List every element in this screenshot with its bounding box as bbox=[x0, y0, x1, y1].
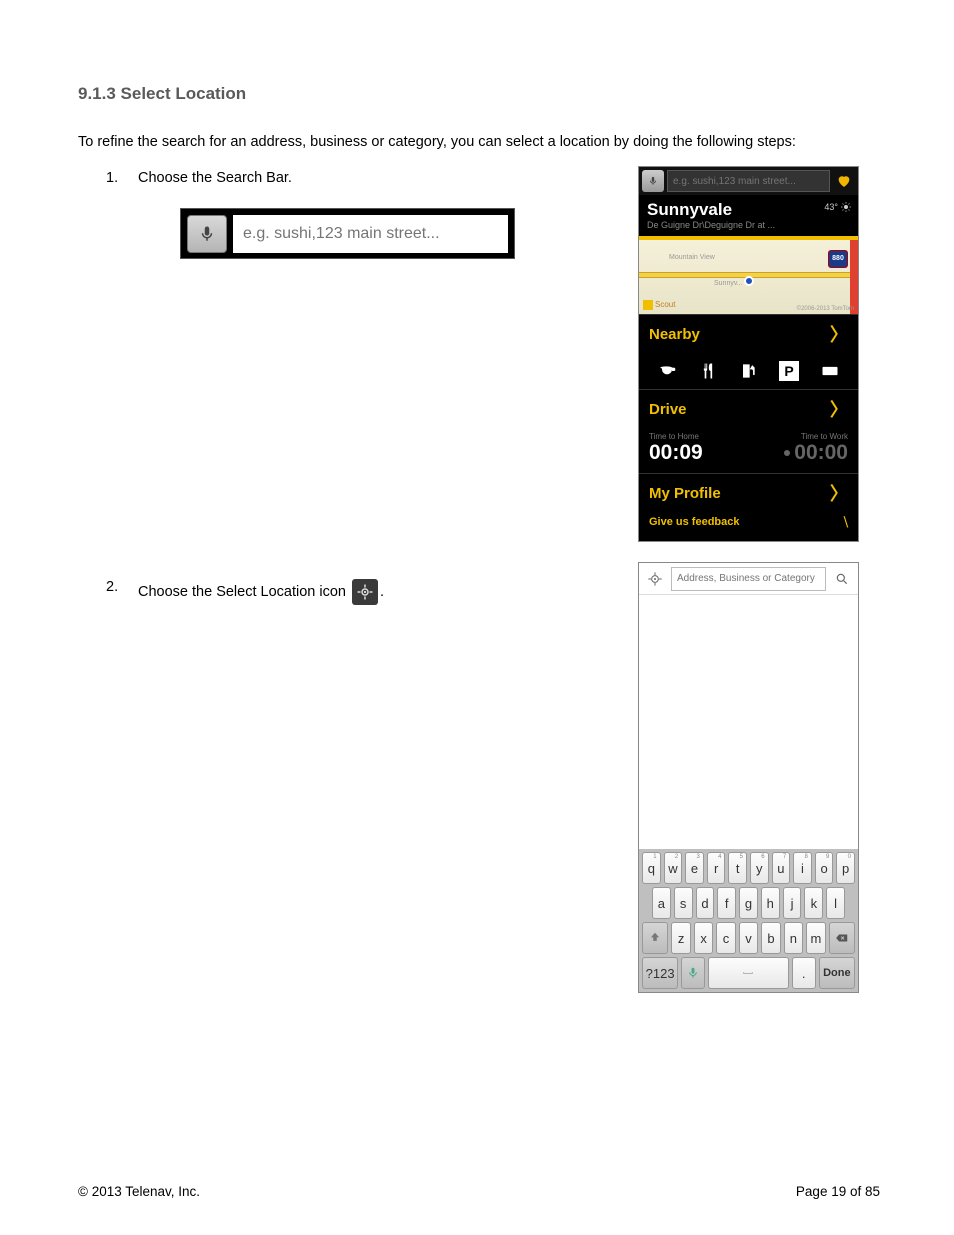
parking-icon[interactable]: P bbox=[777, 359, 801, 383]
route-shield: 880 bbox=[828, 250, 848, 268]
map-preview[interactable]: 880 Mountain View Sunnyv... Scout ©2006-… bbox=[639, 240, 858, 314]
keyboard: q1w2e3r4t5y6u7i8o9p0 asdfghjkl zxcvbnm ?… bbox=[639, 849, 858, 992]
phone-screenshot-home: Sunnyvale De Guigne Dr\Deguigne Dr at ..… bbox=[638, 166, 859, 542]
section-heading: 9.1.3 Select Location bbox=[78, 84, 880, 104]
step-text: Choose the Select Location icon . bbox=[138, 579, 384, 605]
searchbar-figure bbox=[180, 208, 515, 259]
city-name: Sunnyvale bbox=[647, 200, 850, 220]
page-number: Page 19 of 85 bbox=[796, 1184, 880, 1199]
space-key[interactable] bbox=[708, 957, 788, 989]
select-location-icon bbox=[352, 579, 378, 605]
profile-label: My Profile bbox=[649, 485, 721, 502]
drive-times: Time to Home 00:09 Time to Work 00:00 bbox=[639, 428, 858, 473]
feedback-label: Give us feedback bbox=[649, 516, 740, 528]
phone-screenshot-search: q1w2e3r4t5y6u7i8o9p0 asdfghjkl zxcvbnm ?… bbox=[638, 562, 859, 993]
step2-after: . bbox=[380, 584, 384, 600]
map-attribution: ©2006-2013 TomTom bbox=[797, 306, 854, 312]
chevron-icon: ⧹ bbox=[844, 515, 848, 530]
search-input[interactable] bbox=[233, 215, 508, 253]
key-w[interactable]: w2 bbox=[664, 852, 683, 884]
key-v[interactable]: v bbox=[739, 922, 758, 954]
symbols-key[interactable]: ?123 bbox=[642, 957, 678, 989]
map-label: Mountain View bbox=[669, 254, 715, 261]
category-icons: P bbox=[639, 353, 858, 389]
location-dot bbox=[744, 276, 754, 286]
key-y[interactable]: y6 bbox=[750, 852, 769, 884]
step-text: Choose the Search Bar. bbox=[138, 170, 292, 186]
scout-logo: Scout bbox=[643, 300, 675, 310]
page-footer: © 2013 Telenav, Inc. Page 19 of 85 bbox=[78, 1184, 880, 1199]
key-j[interactable]: j bbox=[783, 887, 802, 919]
step-number: 2. bbox=[106, 579, 118, 595]
key-b[interactable]: b bbox=[761, 922, 780, 954]
sun-icon bbox=[840, 201, 852, 213]
chevron-right-icon: 〉 bbox=[830, 321, 848, 347]
key-o[interactable]: o9 bbox=[815, 852, 834, 884]
nearby-label: Nearby bbox=[649, 326, 700, 343]
time-work-label: Time to Work bbox=[749, 432, 849, 441]
key-h[interactable]: h bbox=[761, 887, 780, 919]
gas-icon[interactable] bbox=[736, 359, 760, 383]
topbar bbox=[639, 167, 858, 195]
time-home-value: 00:09 bbox=[649, 441, 749, 465]
search-input[interactable] bbox=[667, 170, 830, 192]
time-work[interactable]: Time to Work 00:00 bbox=[749, 432, 849, 465]
copyright: © 2013 Telenav, Inc. bbox=[78, 1184, 200, 1199]
key-f[interactable]: f bbox=[717, 887, 736, 919]
key-u[interactable]: u7 bbox=[772, 852, 791, 884]
feedback-row[interactable]: Give us feedback ⧹ bbox=[639, 512, 858, 530]
favorites-icon[interactable] bbox=[833, 170, 855, 192]
key-q[interactable]: q1 bbox=[642, 852, 661, 884]
key-l[interactable]: l bbox=[826, 887, 845, 919]
key-c[interactable]: c bbox=[716, 922, 735, 954]
search-icon[interactable] bbox=[830, 567, 854, 591]
step2-before: Choose the Select Location icon bbox=[138, 584, 350, 600]
address-input[interactable] bbox=[671, 567, 826, 591]
key-r[interactable]: r4 bbox=[707, 852, 726, 884]
chevron-right-icon: 〉 bbox=[830, 396, 848, 422]
chevron-right-icon: 〉 bbox=[830, 480, 848, 506]
mic-key[interactable] bbox=[681, 957, 705, 989]
nearby-row[interactable]: Nearby 〉 bbox=[639, 314, 858, 353]
step-number: 1. bbox=[106, 170, 118, 186]
key-a[interactable]: a bbox=[652, 887, 671, 919]
drive-label: Drive bbox=[649, 401, 687, 418]
key-d[interactable]: d bbox=[696, 887, 715, 919]
city-subtitle: De Guigne Dr\Deguigne Dr at ... bbox=[647, 220, 850, 230]
weather-badge: 43° bbox=[824, 201, 852, 213]
city-header: Sunnyvale De Guigne Dr\Deguigne Dr at ..… bbox=[639, 195, 858, 236]
results-area bbox=[639, 595, 858, 849]
map-label: Sunnyv... bbox=[714, 280, 743, 287]
mic-icon[interactable] bbox=[642, 170, 664, 192]
key-g[interactable]: g bbox=[739, 887, 758, 919]
key-n[interactable]: n bbox=[784, 922, 803, 954]
done-key[interactable]: Done bbox=[819, 957, 855, 989]
key-e[interactable]: e3 bbox=[685, 852, 704, 884]
atm-icon[interactable] bbox=[818, 359, 842, 383]
temperature: 43° bbox=[824, 202, 838, 212]
time-home[interactable]: Time to Home 00:09 bbox=[649, 432, 749, 465]
drive-row[interactable]: Drive 〉 bbox=[639, 389, 858, 428]
key-k[interactable]: k bbox=[804, 887, 823, 919]
key-t[interactable]: t5 bbox=[728, 852, 747, 884]
profile-row[interactable]: My Profile 〉 bbox=[639, 473, 858, 512]
food-icon[interactable] bbox=[696, 359, 720, 383]
key-z[interactable]: z bbox=[671, 922, 690, 954]
time-work-value: 00:00 bbox=[749, 441, 849, 465]
backspace-key[interactable] bbox=[829, 922, 855, 954]
intro-text: To refine the search for an address, bus… bbox=[78, 132, 880, 152]
key-x[interactable]: x bbox=[694, 922, 713, 954]
shift-key[interactable] bbox=[642, 922, 668, 954]
key-m[interactable]: m bbox=[806, 922, 825, 954]
key-p[interactable]: p0 bbox=[836, 852, 855, 884]
select-location-icon[interactable] bbox=[643, 567, 667, 591]
search-topbar bbox=[639, 563, 858, 595]
key-s[interactable]: s bbox=[674, 887, 693, 919]
coffee-icon[interactable] bbox=[655, 359, 679, 383]
period-key[interactable]: . bbox=[792, 957, 816, 989]
time-home-label: Time to Home bbox=[649, 432, 749, 441]
mic-icon[interactable] bbox=[187, 215, 227, 253]
key-i[interactable]: i8 bbox=[793, 852, 812, 884]
